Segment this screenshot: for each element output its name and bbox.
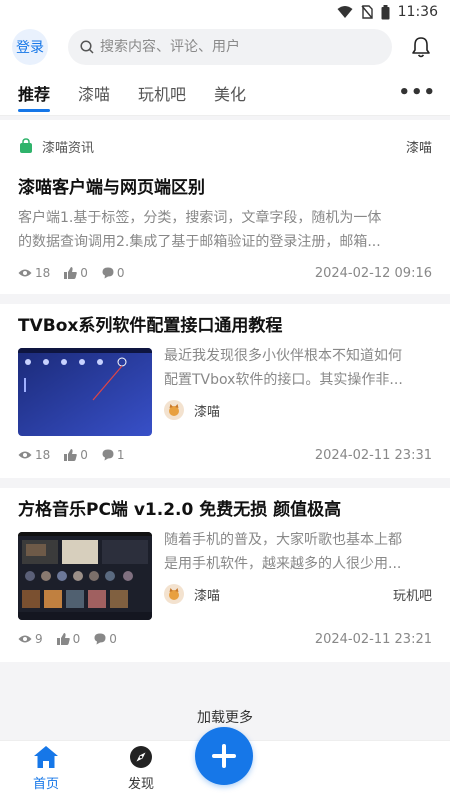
- plus-icon: [212, 744, 236, 768]
- tab-qimiao[interactable]: 漆喵: [78, 70, 110, 116]
- excerpt-line: 随着手机的普及，大家听歌也基本上都: [164, 532, 402, 548]
- thumbs-up-icon: [64, 449, 78, 461]
- likes-count[interactable]: 0: [56, 632, 81, 646]
- article-body: 最近我发现很多小伙伴根本不知道如何 配置TVbox软件的接口。其实操作非... …: [18, 348, 432, 436]
- thumbs-up-icon: [64, 267, 78, 279]
- article-meta: 18 0 0 2024-02-12 09:16: [18, 262, 432, 284]
- likes-value: 0: [80, 266, 88, 280]
- article-card[interactable]: TVBox系列软件配置接口通用教程 最近我发现很多小伙伴根本不知道如何 配置TV…: [0, 304, 450, 478]
- article-title[interactable]: 方格音乐PC端 v1.2.0 免费无损 颜值极高: [18, 488, 432, 522]
- category-tag[interactable]: 玩机吧: [393, 585, 432, 604]
- article-card[interactable]: 漆喵资讯 漆喵 漆喵客户端与网页端区别 客户端1.基于标签，分类，搜索词，文章字…: [0, 120, 450, 294]
- nav-home-label: 首页: [32, 777, 59, 792]
- status-time: 11:36: [397, 4, 438, 20]
- author-name: 漆喵: [194, 588, 221, 604]
- comments-value: 1: [116, 448, 125, 462]
- article-text: 最近我发现很多小伙伴根本不知道如何 配置TVbox软件的接口。其实操作非... …: [164, 348, 432, 436]
- category-tabs: 推荐 漆喵 玩机吧 美化 •••: [0, 70, 450, 116]
- nav-home[interactable]: 首页: [16, 745, 76, 792]
- article-meta: 18 0 1 2024-02-11 23:31: [18, 444, 432, 466]
- thumbs-up-icon: [56, 633, 70, 645]
- tab-recommended[interactable]: 推荐: [18, 70, 51, 116]
- shopping-bag-icon: [20, 138, 32, 153]
- views-count: 18: [18, 448, 50, 462]
- article-text: 随着手机的普及，大家听歌也基本上都 是用手机软件，越来越多的人很少用... 漆喵…: [164, 532, 432, 620]
- publish-date: 2024-02-11 23:31: [314, 447, 432, 463]
- notification-button[interactable]: [406, 32, 436, 62]
- no-sim-icon: [361, 5, 373, 19]
- comment-icon: [102, 267, 114, 279]
- views-count: 9: [18, 632, 43, 646]
- article-excerpt: 随着手机的普及，大家听歌也基本上都 是用手机软件，越来越多的人很少用...: [164, 528, 432, 576]
- comment-icon: [102, 449, 114, 461]
- eye-icon: [18, 269, 32, 277]
- publish-date: 2024-02-11 23:21: [314, 631, 432, 647]
- author-avatar: [164, 584, 184, 604]
- article-excerpt: 客户端1.基于标签，分类，搜索词，文章字段，随机为一体 的数据查询调用2.集成了…: [18, 206, 432, 254]
- article-excerpt: 最近我发现很多小伙伴根本不知道如何 配置TVbox软件的接口。其实操作非...: [164, 344, 432, 392]
- comments-count[interactable]: 0: [102, 266, 125, 280]
- article-thumbnail[interactable]: [18, 348, 152, 436]
- author-row[interactable]: 漆喵: [164, 400, 432, 420]
- source-name[interactable]: 漆喵资讯: [42, 137, 94, 156]
- source-tag[interactable]: 漆喵: [406, 137, 432, 156]
- excerpt-line: 客户端1.基于标签，分类，搜索词，文章字段，随机为一体: [18, 210, 382, 226]
- likes-value: 0: [72, 632, 81, 646]
- article-body: 随着手机的普及，大家听歌也基本上都 是用手机软件，越来越多的人很少用... 漆喵…: [18, 532, 432, 620]
- likes-count[interactable]: 0: [64, 266, 88, 280]
- article-card[interactable]: 方格音乐PC端 v1.2.0 免费无损 颜值极高 随着手机的普及，大家听歌也基本…: [0, 488, 450, 662]
- views-value: 9: [35, 632, 43, 646]
- eye-icon: [18, 635, 32, 643]
- login-button[interactable]: 登录: [12, 29, 48, 65]
- excerpt-line: 的数据查询调用2.集成了基于邮箱验证的登录注册，邮箱...: [18, 234, 381, 250]
- compass-icon: [130, 746, 152, 768]
- comments-count[interactable]: 1: [102, 448, 125, 462]
- article-thumbnail[interactable]: [18, 532, 152, 620]
- status-bar: 11:36: [0, 0, 450, 24]
- tab-beautify[interactable]: 美化: [214, 70, 246, 116]
- wifi-icon: [337, 5, 353, 19]
- excerpt-line: 是用手机软件，越来越多的人很少用...: [164, 556, 402, 572]
- create-post-button[interactable]: [195, 727, 253, 785]
- tab-wanjiba[interactable]: 玩机吧: [138, 70, 186, 116]
- home-icon: [34, 746, 58, 768]
- more-tabs-button[interactable]: •••: [398, 82, 436, 103]
- author-avatar: [164, 400, 184, 420]
- likes-value: 0: [80, 448, 88, 462]
- app-header: 登录: [0, 24, 450, 70]
- nav-discover-label: 发现: [127, 777, 154, 792]
- comment-icon: [94, 633, 106, 645]
- views-value: 18: [35, 266, 51, 280]
- source-row: 漆喵资讯 漆喵: [18, 120, 432, 172]
- nav-discover[interactable]: 发现: [111, 745, 171, 792]
- bell-icon: [412, 37, 430, 58]
- author-name: 漆喵: [194, 404, 221, 420]
- article-title[interactable]: 漆喵客户端与网页端区别: [18, 176, 432, 200]
- search-icon: [80, 40, 94, 54]
- publish-date: 2024-02-12 09:16: [314, 265, 432, 281]
- comments-count[interactable]: 0: [94, 632, 117, 646]
- battery-icon: [381, 4, 390, 20]
- comments-value: 0: [116, 266, 125, 280]
- views-count: 18: [18, 266, 50, 280]
- excerpt-line: 最近我发现很多小伙伴根本不知道如何: [164, 348, 402, 364]
- eye-icon: [18, 451, 32, 459]
- author-row[interactable]: 漆喵 玩机吧: [164, 584, 432, 604]
- views-value: 18: [35, 448, 51, 462]
- article-feed: 漆喵资讯 漆喵 漆喵客户端与网页端区别 客户端1.基于标签，分类，搜索词，文章字…: [0, 120, 450, 672]
- article-title[interactable]: TVBox系列软件配置接口通用教程: [18, 304, 432, 338]
- search-bar[interactable]: [68, 29, 392, 65]
- search-input[interactable]: [100, 39, 360, 55]
- comments-value: 0: [109, 632, 117, 646]
- excerpt-line: 配置TVbox软件的接口。其实操作非...: [164, 372, 403, 388]
- article-meta: 9 0 0 2024-02-11 23:21: [18, 628, 432, 650]
- likes-count[interactable]: 0: [64, 448, 88, 462]
